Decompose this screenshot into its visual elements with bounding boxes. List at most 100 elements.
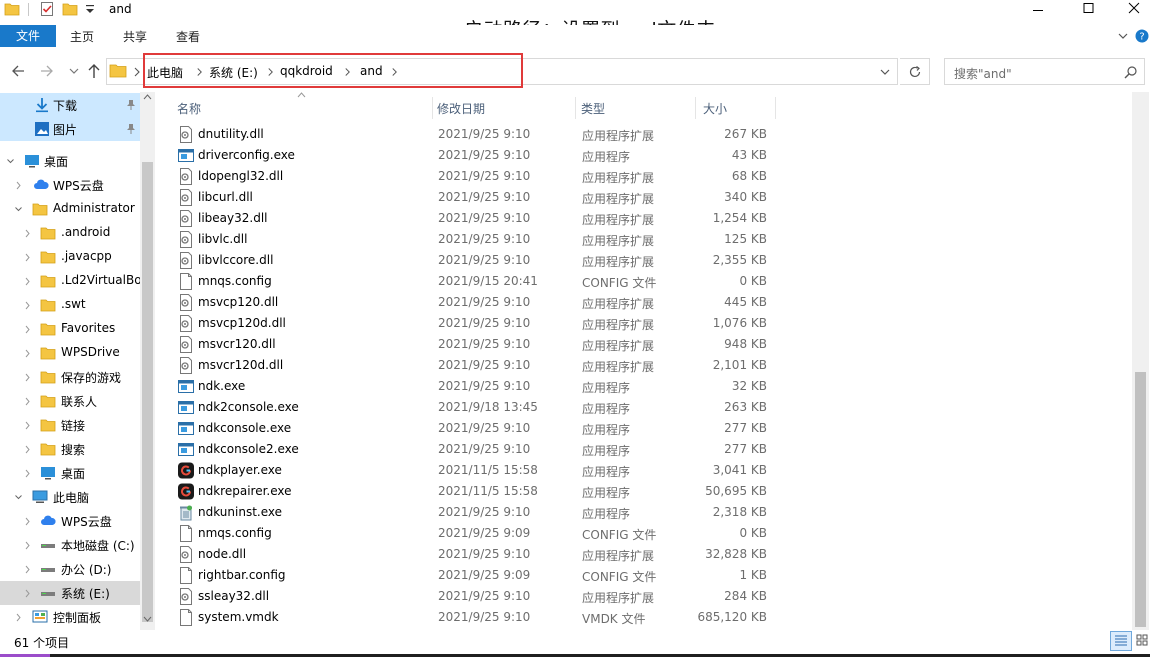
column-header-name[interactable]: 名称 — [177, 100, 201, 117]
navigation-scrollbar[interactable] — [140, 92, 155, 630]
column-header-date[interactable]: 修改日期 — [437, 100, 485, 117]
nav-item[interactable]: 此电脑 — [0, 485, 140, 509]
nav-item[interactable]: 桌面 — [0, 149, 140, 173]
file-row[interactable]: msvcr120d.dll 2021/9/25 9:10 应用程序扩展 2,101 K… — [170, 355, 775, 376]
up-button[interactable] — [86, 62, 102, 80]
back-button[interactable] — [10, 62, 26, 80]
search-icon[interactable] — [1124, 65, 1138, 79]
nav-item[interactable]: 搜索 — [0, 437, 140, 461]
column-divider[interactable] — [432, 97, 433, 119]
chevron-down-icon[interactable] — [15, 493, 22, 502]
scroll-up-icon[interactable] — [143, 94, 152, 100]
file-row[interactable]: libvlccore.dll 2021/9/25 9:10 应用程序扩展 2,355 … — [170, 250, 775, 271]
file-row[interactable]: ndkrepairer.exe 2021/11/5 15:58 应用程序 50,695… — [170, 481, 775, 502]
file-row[interactable]: libvlc.dll 2021/9/25 9:10 应用程序扩展 125 KB — [170, 229, 775, 250]
file-row[interactable]: ndk2console.exe 2021/9/18 13:45 应用程序 263 KB — [170, 397, 775, 418]
chevron-right-icon[interactable] — [24, 253, 31, 262]
nav-item[interactable]: Favorites — [0, 317, 140, 341]
nav-item[interactable]: 下载 — [0, 93, 140, 117]
close-button[interactable] — [1110, 0, 1150, 20]
chevron-right-icon[interactable] — [24, 277, 31, 286]
chevron-right-icon[interactable] — [15, 613, 22, 622]
chevron-right-icon[interactable] — [24, 301, 31, 310]
nav-item[interactable]: 办公 (D:) — [0, 557, 140, 581]
column-divider[interactable] — [775, 97, 776, 119]
quick-access-dropdown-icon[interactable] — [84, 2, 96, 16]
chevron-right-icon[interactable] — [24, 565, 31, 574]
chevron-right-icon[interactable] — [24, 421, 31, 430]
chevron-right-icon[interactable] — [24, 397, 31, 406]
chevron-right-icon[interactable] — [24, 589, 31, 598]
minimize-button[interactable] — [1015, 0, 1061, 20]
chevron-right-icon[interactable] — [24, 373, 31, 382]
nav-item[interactable]: Administrator — [0, 197, 140, 221]
file-row[interactable]: msvcr120.dll 2021/9/25 9:10 应用程序扩展 948 KB — [170, 334, 775, 355]
expand-ribbon-icon[interactable] — [1117, 31, 1129, 41]
nav-item[interactable]: .android — [0, 221, 140, 245]
tab-share[interactable]: 共享 — [123, 28, 147, 45]
refresh-button[interactable] — [900, 58, 930, 85]
file-list-scrollbar[interactable] — [1132, 92, 1149, 630]
file-row[interactable]: ndkuninst.exe 2021/9/25 9:10 应用程序 2,318 KB — [170, 502, 775, 523]
column-header-size[interactable]: 大小 — [703, 100, 727, 117]
scrollbar-thumb[interactable] — [1135, 372, 1146, 627]
chevron-down-icon[interactable] — [15, 205, 22, 214]
column-header-type[interactable]: 类型 — [581, 100, 605, 117]
file-row[interactable]: msvcp120d.dll 2021/9/25 9:10 应用程序扩展 1,076 K… — [170, 313, 775, 334]
chevron-right-icon[interactable] — [24, 229, 31, 238]
file-row[interactable]: ndkconsole.exe 2021/9/25 9:10 应用程序 277 KB — [170, 418, 775, 439]
recent-locations-icon[interactable] — [66, 62, 82, 80]
file-row[interactable]: ndkconsole2.exe 2021/9/25 9:10 应用程序 277 KB — [170, 439, 775, 460]
forward-button[interactable] — [39, 62, 55, 80]
column-divider[interactable] — [695, 97, 696, 119]
details-view-button[interactable] — [1110, 631, 1132, 651]
file-row[interactable]: driverconfig.exe 2021/9/25 9:10 应用程序 43 KB — [170, 145, 775, 166]
nav-item[interactable]: .javacpp — [0, 245, 140, 269]
column-divider[interactable] — [575, 97, 576, 119]
chevron-right-icon[interactable] — [24, 469, 31, 478]
scrollbar-thumb[interactable] — [142, 162, 153, 622]
search-input[interactable]: 搜索"and" — [944, 58, 1145, 85]
tab-view[interactable]: 查看 — [176, 28, 200, 45]
nav-item[interactable]: .swt — [0, 293, 140, 317]
nav-item[interactable]: 本地磁盘 (C:) — [0, 533, 140, 557]
nav-item[interactable]: 控制面板 — [0, 605, 140, 629]
scroll-down-icon[interactable] — [143, 616, 152, 622]
help-icon[interactable]: ? — [1135, 29, 1149, 43]
file-row[interactable]: ndk.exe 2021/9/25 9:10 应用程序 32 KB — [170, 376, 775, 397]
file-row[interactable]: nmqs.config 2021/9/25 9:09 CONFIG 文件 0 KB — [170, 523, 775, 544]
chevron-down-icon[interactable] — [7, 157, 14, 166]
file-row[interactable]: libeay32.dll 2021/9/25 9:10 应用程序扩展 1,254 KB — [170, 208, 775, 229]
address-history-dropdown-icon[interactable] — [879, 67, 891, 77]
nav-item[interactable]: 保存的游戏 — [0, 365, 140, 389]
nav-item[interactable]: 系统 (E:) — [0, 581, 140, 605]
nav-item[interactable]: 联系人 — [0, 389, 140, 413]
file-row[interactable]: ssleay32.dll 2021/9/25 9:10 应用程序扩展 284 KB — [170, 586, 775, 607]
nav-item[interactable]: WPS云盘 — [0, 173, 140, 197]
file-row[interactable]: mnqs.config 2021/9/15 20:41 CONFIG 文件 0 KB — [170, 271, 775, 292]
maximize-button[interactable] — [1065, 0, 1111, 20]
nav-item[interactable]: 链接 — [0, 413, 140, 437]
tab-home[interactable]: 主页 — [70, 28, 94, 45]
file-row[interactable]: node.dll 2021/9/25 9:10 应用程序扩展 32,828 KB — [170, 544, 775, 565]
new-folder-icon[interactable] — [62, 1, 78, 17]
nav-item[interactable]: WPS云盘 — [0, 509, 140, 533]
file-row[interactable]: rightbar.config 2021/9/25 9:09 CONFIG 文件 1 … — [170, 565, 775, 586]
nav-item[interactable]: WPSDrive — [0, 341, 140, 365]
large-icons-view-button[interactable] — [1134, 631, 1150, 651]
chevron-right-icon[interactable] — [24, 541, 31, 550]
nav-item[interactable]: 图片 — [0, 117, 140, 141]
pin-icon[interactable] — [125, 99, 136, 111]
chevron-right-icon[interactable] — [24, 325, 31, 334]
file-row[interactable]: ldopengl32.dll 2021/9/25 9:10 应用程序扩展 68 KB — [170, 166, 775, 187]
nav-item[interactable]: .Ld2VirtualBox — [0, 269, 148, 293]
chevron-right-icon[interactable] — [24, 517, 31, 526]
chevron-right-icon[interactable] — [133, 67, 141, 77]
file-row[interactable]: msvcp120.dll 2021/9/25 9:10 应用程序扩展 445 KB — [170, 292, 775, 313]
properties-icon[interactable] — [39, 1, 55, 17]
file-row[interactable]: dnutility.dll 2021/9/25 9:10 应用程序扩展 267 KB — [170, 124, 775, 145]
file-row[interactable]: ndkplayer.exe 2021/11/5 15:58 应用程序 3,041 KB — [170, 460, 775, 481]
file-row[interactable]: libcurl.dll 2021/9/25 9:10 应用程序扩展 340 KB — [170, 187, 775, 208]
tab-file[interactable]: 文件 — [0, 25, 56, 47]
folder-icon[interactable] — [4, 1, 20, 17]
